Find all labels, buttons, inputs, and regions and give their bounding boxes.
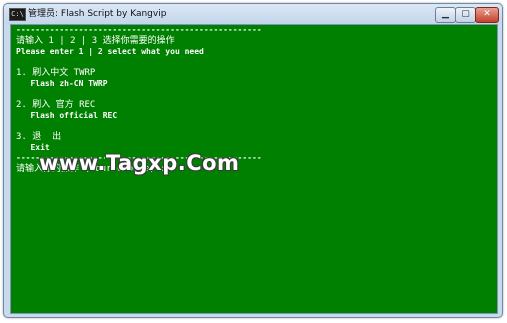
scrollbar[interactable] [496,25,497,313]
cmd-icon: C:\ [9,8,26,21]
title-bar[interactable]: C:\ 管理员: Flash Script by Kangvip ▁ ▢ ✕ [4,4,502,24]
console-line: 请输入 1 | 2 | 3 选择你需要的操作 [16,36,175,46]
console-line: 1. 刷入中文 TWRP [16,68,96,78]
console-line: Flash zh-CN TWRP [16,79,108,88]
close-button[interactable]: ✕ [475,7,499,23]
console-line: 3. 退 出 [16,132,62,142]
console-line: ----------------------------------------… [16,25,262,34]
console-window: C:\ 管理员: Flash Script by Kangvip ▁ ▢ ✕ -… [3,3,503,318]
maximize-button[interactable]: ▢ [455,7,476,23]
console-line: Flash official REC [16,111,118,120]
console-line: 2. 刷入 官方 REC [16,100,96,110]
window-title: 管理员: Flash Script by Kangvip [28,9,167,19]
minimize-button[interactable]: ▁ [435,7,456,23]
console-line: Please enter 1 | 2 select what you need [16,47,204,56]
watermark-logo: www.Tagxp.Com [39,151,240,175]
